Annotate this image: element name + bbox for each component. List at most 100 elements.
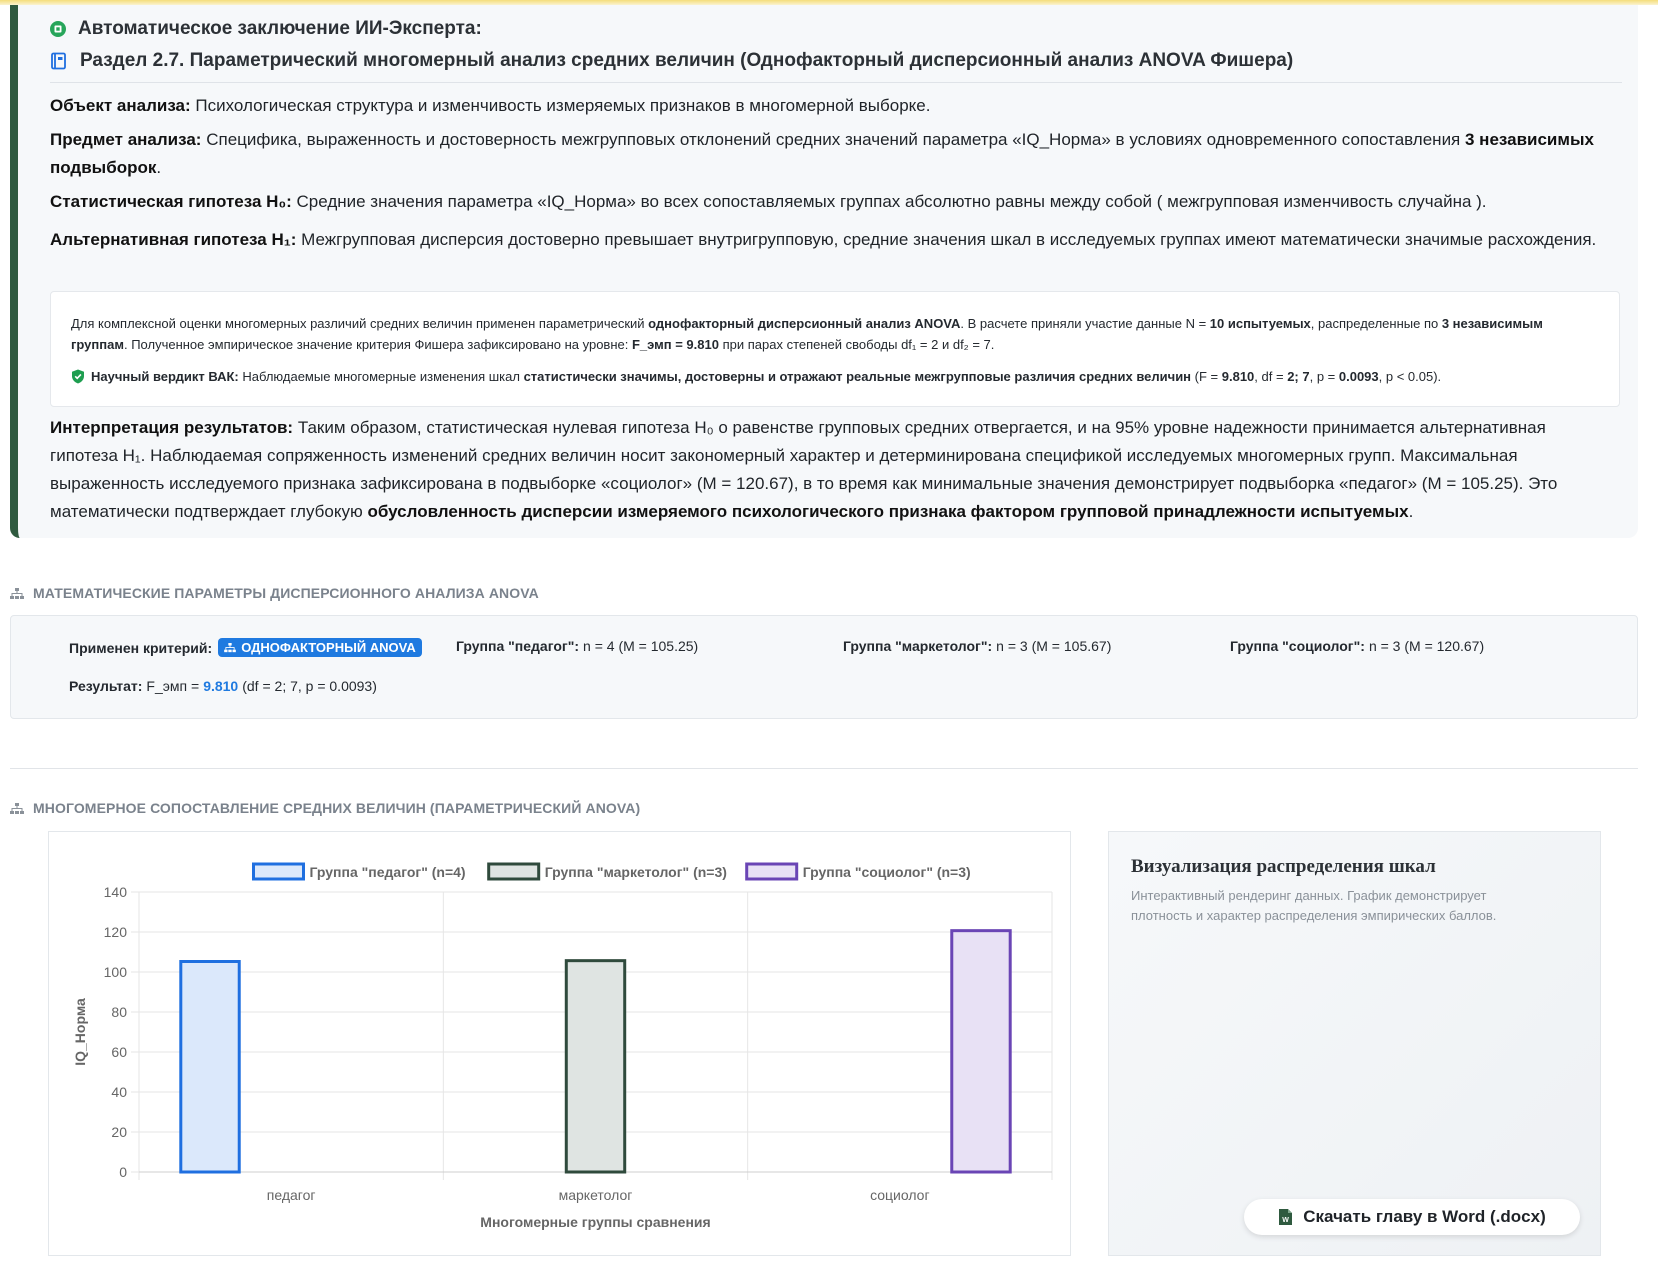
- download-word-button[interactable]: W Скачать главу в Word (.docx): [1244, 1199, 1580, 1235]
- h0-paragraph: Статистическая гипотеза H₀: Средние знач…: [50, 188, 1610, 216]
- chip-icon: [50, 21, 66, 37]
- y-tick-label: 0: [119, 1164, 127, 1180]
- y-tick-label: 60: [111, 1044, 127, 1060]
- group-pedagog-value: n = 4 (M = 105.25): [583, 638, 699, 654]
- verdict-p: 0.0093: [1338, 369, 1379, 384]
- book-icon: [50, 52, 68, 70]
- subject-paragraph: Предмет анализа: Специфика, выраженность…: [50, 126, 1610, 182]
- calc-bold-1: однофакторный дисперсионный анализ ANOVA: [648, 316, 961, 331]
- calc-text-2: . В расчете приняли участие данные N =: [960, 316, 1210, 331]
- y-tick-label: 100: [104, 964, 128, 980]
- verdict-line: Научный вердикт ВАК: Наблюдаемые многоме…: [71, 366, 1601, 387]
- bar: [564, 959, 627, 1174]
- svg-text:W: W: [1282, 1217, 1289, 1224]
- params-panel: Применен критерий: ОДНОФАКТОРНЫЙ ANOVA Г…: [10, 615, 1638, 719]
- legend-label: Группа "маркетолог" (n=3): [545, 864, 727, 880]
- calc-bold-4: F_эмп = 9.810: [631, 337, 719, 352]
- subject-end: .: [156, 158, 162, 177]
- calc-text-3: , распределенные по: [1310, 316, 1442, 331]
- visualization-description: Интерактивный рендеринг данных. График д…: [1131, 888, 1497, 923]
- verdict-label: Научный вердикт ВАК:: [91, 369, 239, 384]
- shield-check-icon: [71, 369, 85, 384]
- bar: [950, 929, 1012, 1174]
- x-axis-title: Многомерные группы сравнения: [480, 1214, 710, 1230]
- ai-report-title: Автоматическое заключение ИИ-Эксперта:: [78, 18, 482, 39]
- calculation-box: Для комплексной оценки многомерных разли…: [50, 291, 1620, 407]
- legend-label: Группа "социолог" (n=3): [803, 864, 971, 880]
- sitemap-icon: [10, 587, 24, 599]
- download-word-label: Скачать главу в Word (.docx): [1303, 1207, 1546, 1226]
- calc-text-1: Для комплексной оценки многомерных разли…: [71, 316, 649, 331]
- result-f-value: 9.810: [203, 678, 239, 694]
- calc-bold-2: 10 испытуемых: [1209, 316, 1311, 331]
- object-text: Психологическая структура и изменчивость…: [190, 96, 931, 115]
- result-prefix: F_эмп =: [146, 678, 200, 694]
- params-section-title: МАТЕМАТИЧЕСКИЕ ПАРАМЕТРЫ ДИСПЕРСИОННОГО …: [10, 585, 539, 601]
- h1-text: Межгрупповая дисперсия достоверно превыш…: [296, 230, 1597, 249]
- verdict-f: 9.810: [1221, 369, 1255, 384]
- group-pedagog-item: Группа "педагог": n = 4 (M = 105.25): [456, 638, 698, 654]
- group-marketolog-value: n = 3 (M = 105.67): [996, 638, 1112, 654]
- criterion-label: Применен критерий:: [69, 639, 213, 656]
- interpretation-paragraph: Интерпретация результатов: Таким образом…: [50, 414, 1610, 526]
- h0-label: Статистическая гипотеза H₀:: [50, 192, 292, 211]
- word-file-icon: W: [1278, 1208, 1293, 1226]
- verdict-text-3: , df =: [1254, 369, 1288, 384]
- verdict-bold-1: статистически значимы, достоверны и отра…: [523, 369, 1192, 384]
- h1-paragraph: Альтернативная гипотеза H₁: Межгрупповая…: [50, 226, 1610, 254]
- interp-end: .: [1408, 502, 1414, 521]
- legend-swatch: [745, 862, 799, 881]
- sitemap-icon: [10, 802, 24, 814]
- group-sociolog-value: n = 3 (M = 120.67): [1368, 638, 1485, 654]
- criterion-badge: ОДНОФАКТОРНЫЙ ANOVA: [218, 638, 422, 657]
- object-label: Объект анализа:: [50, 96, 191, 115]
- chart-section-title: МНОГОМЕРНОЕ СОПОСТАВЛЕНИЕ СРЕДНИХ ВЕЛИЧИ…: [10, 800, 640, 816]
- calc-text-5: при парах степеней свободы df₁ = 2 и df₂…: [718, 337, 995, 352]
- subject-text: Специфика, выраженность и достоверность …: [201, 130, 1465, 149]
- criterion-item: Применен критерий: ОДНОФАКТОРНЫЙ ANOVA: [69, 638, 422, 657]
- calc-text-4: . Полученное эмпирическое значение крите…: [123, 337, 632, 352]
- x-tick-label: маркетолог: [559, 1187, 633, 1203]
- calculation-text: Для комплексной оценки многомерных разли…: [71, 313, 1601, 355]
- group-marketolog-label: Группа "маркетолог":: [843, 638, 993, 654]
- x-tick-label: социолог: [870, 1187, 929, 1203]
- result-label: Результат:: [69, 678, 143, 694]
- chart-card: 0 20 40 60 80 100 120 140 педагог маркетолог социо…: [48, 831, 1071, 1256]
- visualization-title: Визуализация распределения шкал: [1131, 856, 1436, 877]
- section-header: Раздел 2.7. Параметрический многомерный …: [50, 50, 1293, 72]
- result-item: Результат: F_эмп = 9.810 (df = 2; 7, p = 0.…: [69, 678, 377, 694]
- ai-report-header: Автоматическое заключение ИИ-Эксперта:: [50, 18, 482, 40]
- object-paragraph: Объект анализа: Психологическая структур…: [50, 92, 1610, 120]
- y-tick-label: 40: [111, 1084, 127, 1100]
- group-sociolog-label: Группа "социолог":: [1230, 638, 1365, 654]
- y-tick-label: 80: [111, 1004, 127, 1020]
- bar-chart: 0 20 40 60 80 100 120 140 педагог маркетолог социо…: [72, 862, 1053, 1230]
- bar: [179, 960, 241, 1174]
- section-divider: [10, 768, 1638, 769]
- y-tick-label: 140: [104, 884, 128, 900]
- verdict-text-2: (F =: [1191, 369, 1222, 384]
- y-tick-label: 20: [111, 1124, 127, 1140]
- group-sociolog-item: Группа "социолог": n = 3 (M = 120.67): [1230, 638, 1484, 654]
- group-pedagog-label: Группа "педагог":: [456, 638, 580, 654]
- divider: [50, 82, 1622, 83]
- x-tick-label: педагог: [267, 1187, 316, 1203]
- legend-swatch: [487, 862, 541, 881]
- verdict-text-1: Наблюдаемые многомерные изменения шкал: [238, 369, 524, 384]
- criterion-badge-label: ОДНОФАКТОРНЫЙ ANOVA: [241, 640, 416, 655]
- h0-text: Средние значения параметра «IQ_Норма» во…: [291, 192, 1487, 211]
- interp-label: Интерпретация результатов:: [50, 418, 294, 437]
- result-suffix: (df = 2; 7, p = 0.0093): [242, 678, 377, 694]
- legend-label: Группа "педагог" (n=4): [310, 864, 466, 880]
- h1-label: Альтернативная гипотеза H₁:: [50, 230, 297, 249]
- verdict-df: 2; 7: [1287, 369, 1310, 384]
- params-section-label: МАТЕМАТИЧЕСКИЕ ПАРАМЕТРЫ ДИСПЕРСИОННОГО …: [33, 585, 539, 601]
- visualization-panel: Визуализация распределения шкал Интеракт…: [1108, 831, 1601, 1256]
- group-marketolog-item: Группа "маркетолог": n = 3 (M = 105.67): [843, 638, 1111, 654]
- y-tick-label: 120: [104, 924, 128, 940]
- verdict-text-5: , p < 0.05).: [1378, 369, 1442, 384]
- interp-bold: обусловленность дисперсии измеряемого пс…: [367, 502, 1409, 521]
- y-axis-title: IQ_Норма: [72, 998, 88, 1066]
- ai-report-card: Автоматическое заключение ИИ-Эксперта: Р…: [10, 5, 1638, 538]
- verdict-text-4: , p =: [1309, 369, 1339, 384]
